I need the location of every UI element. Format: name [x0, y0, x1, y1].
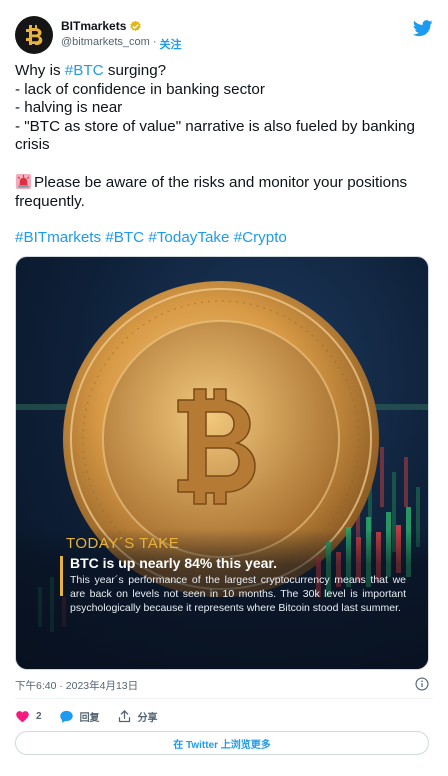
media-label: TODAY´S TAKE: [66, 535, 180, 552]
avatar[interactable]: [15, 16, 53, 54]
like-button[interactable]: 2: [15, 709, 42, 724]
hashtag-link[interactable]: #BTC: [65, 62, 104, 79]
twitter-bird-icon[interactable]: [413, 20, 433, 37]
reply-label: 回复: [79, 712, 100, 724]
like-count: 2: [36, 710, 42, 722]
media-headline: BTC is up nearly 84% this year.: [70, 555, 277, 571]
tweet-line: - "BTC as store of value" narrative is a…: [15, 117, 415, 154]
media-accent-bar: [60, 556, 63, 596]
hashtag-link[interactable]: #Crypto: [234, 229, 287, 246]
tweet-line: - lack of confidence in banking sector: [15, 80, 265, 98]
text-span: surging?: [103, 62, 167, 79]
bitmarkets-logo: [26, 25, 43, 45]
tweet-timestamp[interactable]: 下午6:40 · 2023年4月13日: [15, 678, 138, 693]
divider: [15, 698, 433, 699]
verified-badge-icon: [130, 20, 142, 31]
read-more-button[interactable]: 在 Twitter 上浏览更多: [15, 731, 429, 755]
share-button[interactable]: 分享: [117, 709, 158, 724]
tweet-card: BITmarkets @bitmarkets_com · 关注 Why is #…: [0, 0, 448, 776]
tweet-text: Why is #BTC surging? - lack of confidenc…: [15, 62, 427, 248]
separator: ·: [152, 36, 157, 48]
heart-icon: [16, 710, 29, 722]
author-name-row: BITmarkets: [61, 19, 142, 33]
follow-button[interactable]: 关注: [159, 36, 181, 52]
reply-button[interactable]: 回复: [59, 709, 100, 724]
share-label: 分享: [137, 712, 158, 724]
hashtag-row: #BITmarkets #BTC #TodayTake #Crypto: [15, 229, 427, 248]
info-icon[interactable]: [415, 677, 429, 691]
author-name[interactable]: BITmarkets: [61, 19, 126, 33]
author-handle-row: @bitmarkets_com · 关注: [61, 36, 181, 52]
media-body-text: This year´s performance of the largest c…: [70, 574, 406, 614]
hashtag-link[interactable]: #BITmarkets: [15, 229, 101, 246]
tweet-actions: 2 回复 分享: [15, 706, 175, 726]
tweet-warning: Please be aware of the risks and monitor…: [15, 173, 427, 211]
hashtag-link[interactable]: #BTC: [105, 229, 144, 246]
author-handle[interactable]: @bitmarkets_com: [61, 36, 150, 52]
warning-text: Please be aware of the risks and monitor…: [15, 173, 408, 210]
siren-icon: [15, 173, 32, 190]
tweet-header: BITmarkets @bitmarkets_com · 关注: [15, 16, 433, 56]
tweet-line: Why is #BTC surging?: [15, 62, 427, 81]
share-icon: [118, 709, 130, 722]
tweet-line: - halving is near: [15, 99, 123, 117]
hashtag-link[interactable]: #TodayTake: [148, 229, 229, 246]
text-span: Why is: [15, 62, 65, 79]
reply-icon: [59, 710, 73, 723]
tweet-media-image[interactable]: TODAY´S TAKE BTC is up nearly 84% this y…: [15, 256, 429, 670]
